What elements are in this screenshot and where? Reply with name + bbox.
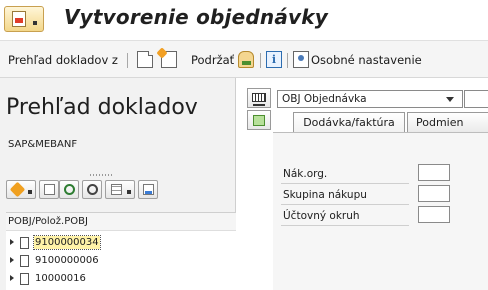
tree-item-label[interactable]: 9100000034 [33, 235, 101, 250]
grid-icon [111, 184, 122, 195]
document-header-area: OBJ Objednávka Dodávka/faktúra Podmien N… [237, 78, 488, 290]
refresh-button[interactable] [59, 180, 79, 199]
expand-arrow-icon[interactable] [10, 275, 14, 281]
new-document-icon[interactable] [137, 51, 153, 68]
expand-arrow-icon[interactable] [10, 239, 14, 245]
chevron-down-icon[interactable] [446, 97, 454, 102]
layout-button[interactable] [105, 180, 135, 199]
title-bar: Vytvorenie objednávky [0, 0, 488, 40]
cart-icon[interactable] [247, 88, 271, 108]
document-menu-icon[interactable] [4, 6, 44, 32]
tree-row[interactable]: 9100000006 [6, 253, 236, 269]
tree-item-label[interactable]: 9100000006 [34, 254, 100, 267]
hold-icon[interactable] [238, 51, 254, 68]
header-toggle-icon[interactable] [247, 110, 271, 130]
variant-label: SAP&MEBANF [8, 139, 78, 150]
find-button[interactable] [82, 180, 102, 199]
document-type-select[interactable]: OBJ Objednávka [277, 90, 463, 108]
field-divider [281, 183, 409, 184]
selection-variant-icon [9, 181, 26, 198]
document-overview-title: Prehľad dokladov [6, 95, 198, 120]
document-overview-button[interactable]: Prehľad dokladov z [8, 53, 118, 67]
document-icon [20, 237, 29, 249]
resize-grip[interactable] [90, 174, 114, 176]
tab-delivery-invoice[interactable]: Dodávka/faktúra [293, 112, 405, 132]
tree-row[interactable]: 10000016 [6, 271, 236, 287]
tree-column-header: POBJ/Polož.POBJ [6, 213, 236, 231]
purchasing-group-label: Skupina nákupu [283, 189, 367, 201]
field-divider [281, 204, 409, 205]
document-icon [20, 273, 29, 285]
purchasing-org-label: Nák.org. [283, 168, 328, 180]
company-code-label: Účtovný okruh [283, 210, 360, 222]
document-type-value: OBJ Objednávka [282, 93, 367, 105]
hierarchy-button[interactable] [138, 180, 158, 199]
toolbar-separator [287, 53, 288, 68]
toolbar-separator [260, 53, 261, 68]
toolbar-separator [127, 53, 128, 68]
purchasing-org-field[interactable] [418, 164, 450, 181]
hold-button[interactable]: Podržať [191, 53, 234, 67]
selection-variant-button[interactable] [6, 180, 36, 199]
info-icon[interactable]: i [266, 51, 282, 68]
other-document-icon[interactable] [161, 51, 177, 68]
chevron-down-icon [127, 190, 131, 194]
purchasing-group-field[interactable] [418, 185, 450, 202]
application-toolbar: Prehľad dokladov z Podržať i Osobné nast… [0, 40, 488, 78]
tab-conditions[interactable]: Podmien [407, 112, 488, 132]
personal-settings-icon[interactable] [293, 51, 309, 68]
tree-row[interactable]: 9100000034 [6, 235, 236, 251]
refresh-icon [64, 184, 75, 195]
field-divider [281, 225, 409, 226]
hierarchy-icon [143, 184, 154, 195]
company-code-field[interactable] [418, 206, 450, 223]
personal-settings-button[interactable]: Osobné nastavenie [311, 53, 422, 67]
document-icon [20, 255, 29, 267]
organization-data-panel: Nák.org. Skupina nákupu Účtovný okruh [273, 132, 488, 290]
chevron-down-icon [28, 190, 32, 194]
tree-item-label[interactable]: 10000016 [34, 272, 87, 285]
expand-arrow-icon[interactable] [10, 257, 14, 263]
copy-button[interactable] [39, 180, 59, 199]
document-number-field[interactable] [464, 90, 488, 108]
header-tabs: Dodávka/faktúra Podmien [277, 110, 488, 132]
document-overview-panel: Prehľad dokladov SAP&MEBANF POBJ/Polož.P… [0, 78, 236, 290]
page-title: Vytvorenie objednávky [64, 5, 329, 29]
copy-icon [44, 184, 55, 195]
document-tree: POBJ/Polož.POBJ 9100000034 9100000006 10… [6, 212, 236, 290]
binoculars-icon [87, 184, 98, 195]
